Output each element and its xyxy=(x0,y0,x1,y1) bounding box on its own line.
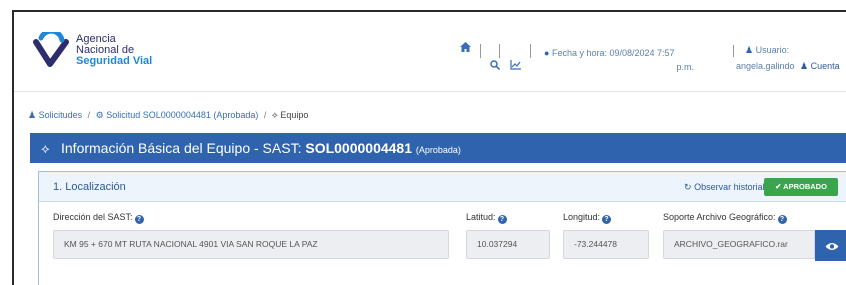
agency-logo[interactable]: Agencia Nacional de Seguridad Vial xyxy=(32,28,182,76)
header-divider xyxy=(530,44,531,58)
account-label: Cuenta xyxy=(810,61,840,71)
panel-header: 1. Localización ↻ Observar historial ✔ A… xyxy=(39,172,846,202)
breadcrumb-separator: / xyxy=(87,110,91,120)
latitud-field[interactable]: 10.037294 xyxy=(466,230,550,259)
page-title-prefix: Información Básica del Equipo - SAST: xyxy=(61,140,302,156)
label-text: Soporte Archivo Geográfico: xyxy=(663,212,776,222)
users-icon: ♟ xyxy=(800,61,809,71)
agency-name-line3: Seguridad Vial xyxy=(76,55,153,67)
datetime-label: Fecha y hora: 09/08/2024 7:57 xyxy=(551,48,675,58)
header-divider xyxy=(480,44,481,58)
datetime-suffix: p.m. xyxy=(676,62,694,72)
longitud-label: Longitud:? xyxy=(563,212,612,224)
soporte-label: Soporte Archivo Geográfico:? xyxy=(663,212,787,224)
home-icon[interactable] xyxy=(460,42,471,55)
search-icon[interactable] xyxy=(490,60,501,73)
longitud-field[interactable]: -73.244478 xyxy=(563,230,649,259)
agency-name: Agencia Nacional de Seguridad Vial xyxy=(76,34,152,67)
section-title-bar: ⟡ Información Básica del Equipo - SAST: … xyxy=(30,133,846,163)
user-icon: ♟ xyxy=(745,45,754,55)
breadcrumb-item-solicitudes[interactable]: ♟ Solicitudes xyxy=(28,110,85,120)
panel-title: 1. Localización xyxy=(53,181,126,193)
history-link[interactable]: ↻ Observar historial xyxy=(684,182,765,193)
breadcrumb-separator: / xyxy=(263,110,267,120)
label-text: Latitud: xyxy=(466,212,496,222)
breadcrumb-item-solicitud[interactable]: ⚙ Solicitud SOL0000004481 (Aprobada) xyxy=(96,110,261,120)
breadcrumb: ♟ Solicitudes / ⚙ Solicitud SOL000000448… xyxy=(28,110,308,121)
header-tools xyxy=(460,42,531,78)
help-icon[interactable]: ? xyxy=(777,215,787,224)
breadcrumb-label: Equipo xyxy=(280,110,309,120)
equipment-icon: ⟡ xyxy=(41,141,50,156)
clock-icon: ● xyxy=(544,48,550,58)
equipment-icon: ⟡ xyxy=(271,110,278,120)
direccion-label: Dirección del SAST:? xyxy=(53,212,144,224)
status-text: (Aprobada) xyxy=(415,145,461,155)
app-window: Agencia Nacional de Seguridad Vial ● Fec… xyxy=(12,10,846,285)
account-menu[interactable]: ♟ Cuenta xyxy=(800,61,840,72)
top-header: Agencia Nacional de Seguridad Vial ● Fec… xyxy=(14,12,846,92)
header-divider xyxy=(499,44,500,58)
help-icon[interactable]: ? xyxy=(602,215,612,224)
label-text: Dirección del SAST: xyxy=(53,212,133,222)
sast-code: SOL0000004481 xyxy=(305,140,412,156)
breadcrumb-item-equipo: ⟡ Equipo xyxy=(272,110,309,120)
label-text: Longitud: xyxy=(563,212,601,222)
user-name: angela.galindo xyxy=(736,61,795,71)
history-label: Observar historial xyxy=(694,182,765,192)
users-icon: ♟ xyxy=(28,110,37,120)
gear-icon: ⚙ xyxy=(95,110,104,120)
help-icon[interactable]: ? xyxy=(134,215,144,224)
history-icon: ↻ xyxy=(684,182,692,192)
breadcrumb-label: Solicitudes xyxy=(38,110,83,120)
user-label: Usuario: xyxy=(755,45,790,55)
soporte-field[interactable]: ARCHIVO_GEOGRAFICO.rar xyxy=(663,230,815,259)
localizacion-panel: 1. Localización ↻ Observar historial ✔ A… xyxy=(38,171,846,285)
breadcrumb-label: Solicitud SOL0000004481 (Aprobada) xyxy=(106,110,259,120)
ansv-logo-icon xyxy=(33,32,69,67)
header-divider xyxy=(733,45,734,57)
page-title: Información Básica del Equipo - SAST: SO… xyxy=(61,140,461,156)
chart-icon[interactable] xyxy=(510,60,521,73)
latitud-label: Latitud:? xyxy=(466,212,507,224)
help-icon[interactable]: ? xyxy=(497,215,507,224)
view-file-button[interactable] xyxy=(815,230,846,261)
status-badge: ✔ APROBADO xyxy=(764,178,838,196)
direccion-field[interactable]: KM 95 + 670 MT RUTA NACIONAL 4901 VIA SA… xyxy=(53,230,449,259)
eye-icon xyxy=(825,243,839,251)
